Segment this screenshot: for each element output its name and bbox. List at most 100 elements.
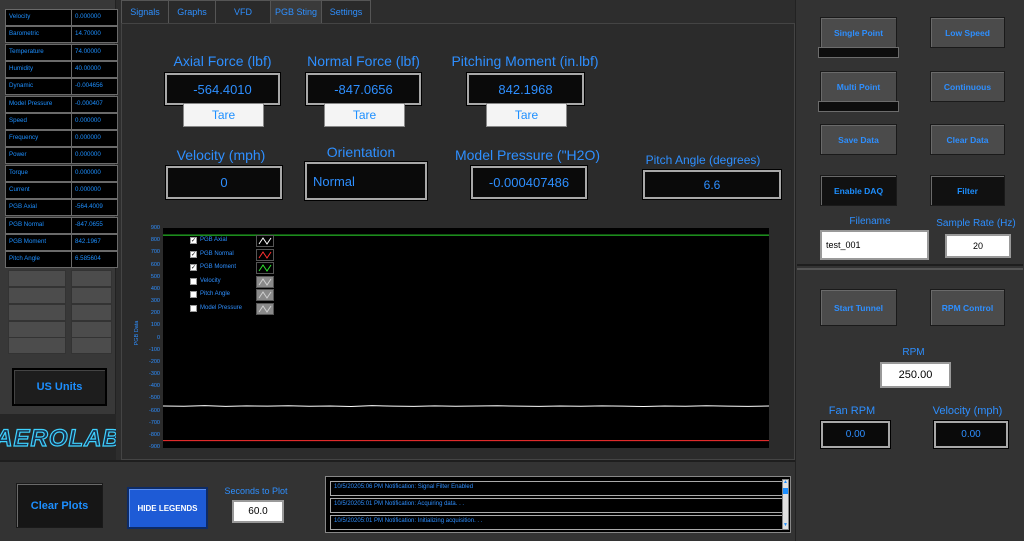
readout-value: 0.000000 [71, 147, 118, 165]
rpm-control-button[interactable]: RPM Control [930, 289, 1005, 326]
readout-value: 0.000000 [71, 164, 118, 182]
legend-swatch-icon[interactable] [256, 275, 274, 288]
empty-slot [8, 304, 66, 321]
y-tick-label: 900 [150, 225, 160, 231]
fan-rpm-label: Fan RPM [828, 405, 876, 417]
clear-data-button[interactable]: Clear Data [930, 124, 1005, 155]
enable-daq-button[interactable]: Enable DAQ [820, 175, 897, 206]
clear-plots-button[interactable]: Clear Plots [16, 483, 103, 528]
readout-value: -847.0655 [71, 216, 118, 234]
readout-name: Humidity [5, 60, 73, 78]
tab-settings[interactable]: Settings [321, 0, 371, 23]
readout-value: -0.004656 [71, 78, 118, 96]
model-pressure-label: Model Pressure ("H2O) [454, 147, 600, 163]
legend-checkbox[interactable]: ✓ [190, 264, 197, 271]
empty-slot [71, 321, 112, 338]
scroll-thumb[interactable] [783, 488, 788, 494]
panel-divider [797, 268, 1023, 270]
empty-slot [71, 337, 112, 354]
tunnel-velocity-label: Velocity (mph) [932, 405, 1003, 417]
legend-checkbox[interactable]: ✓ [190, 250, 197, 258]
scroll-up-icon[interactable]: ▲ [783, 480, 788, 485]
scroll-down-icon[interactable]: ▼ [783, 523, 788, 528]
aerolab-logo: AEROLAB [0, 414, 120, 460]
seconds-to-plot-label: Seconds to Plot [224, 486, 288, 496]
readout-name: Current [5, 182, 73, 199]
legend-label: PGB Moment [200, 264, 237, 270]
empty-slot [8, 270, 66, 287]
readout-value: 6.585604 [71, 251, 118, 269]
y-tick-label: -500 [148, 395, 160, 402]
fan-rpm-value: 0.00 [820, 420, 891, 449]
readout-value: -0.000407 [71, 95, 118, 113]
readout-value: 0.000000 [71, 112, 118, 130]
notification-log[interactable]: 10/5/20205:06 PM Notification: Signal Fi… [325, 476, 791, 533]
y-tick-label: 100 [150, 322, 160, 329]
legend-label: PGB Axial [200, 237, 228, 243]
legend-swatch-icon[interactable] [256, 248, 274, 261]
pitch-angle-value: 6.6 [642, 169, 782, 200]
log-line: 10/5/20205:01 PM Notification: Initializ… [330, 515, 785, 530]
legend-checkbox[interactable]: ✓ [190, 237, 197, 244]
y-tick-label: -400 [148, 383, 160, 390]
sample-rate-input[interactable]: 20 [945, 234, 1011, 258]
pitching-moment-label: Pitching Moment (in.lbf) [451, 53, 599, 69]
tare-axial-button[interactable]: Tare [183, 103, 264, 127]
legend-swatch-icon[interactable] [256, 262, 274, 274]
y-tick-label: 600 [150, 261, 160, 268]
empty-slot [71, 304, 112, 321]
legend-checkbox[interactable] [190, 277, 197, 285]
start-tunnel-button[interactable]: Start Tunnel [820, 289, 897, 326]
continuous-button[interactable]: Continuous [930, 71, 1005, 102]
readout-name: PGB Moment [5, 233, 73, 251]
readout-value: 0.000000 [71, 182, 118, 199]
legend-checkbox[interactable] [190, 304, 197, 312]
tare-normal-button[interactable]: Tare [324, 103, 405, 127]
readout-name: Power [5, 147, 73, 165]
legend-label: PGB Normal [200, 250, 234, 257]
us-units-button[interactable]: US Units [12, 368, 107, 406]
seconds-to-plot-input[interactable]: 60.0 [232, 500, 284, 523]
orientation-value: Normal [304, 161, 428, 201]
readout-value: 0.000000 [71, 130, 118, 148]
pgb-chart [163, 234, 769, 442]
filename-input[interactable]: test_001 [820, 230, 929, 260]
filter-button[interactable]: Filter [930, 175, 1005, 206]
multi-point-button[interactable]: Multi Point [820, 71, 897, 102]
model-pressure-value: -0.000407486 [470, 165, 588, 200]
tare-moment-button[interactable]: Tare [486, 103, 567, 127]
tab-vfd[interactable]: VFD [215, 0, 271, 23]
legend-checkbox[interactable] [190, 291, 197, 298]
readout-name: Barometric [5, 26, 73, 44]
pitch-angle-label: Pitch Angle (degrees) [645, 153, 761, 167]
legend-swatch-icon[interactable] [256, 302, 274, 315]
rpm-input[interactable]: 250.00 [880, 362, 951, 388]
filename-label: Filename [849, 216, 891, 227]
bottom-divider [0, 460, 795, 462]
y-tick-label: 800 [150, 237, 160, 244]
y-tick-label: 500 [150, 273, 160, 280]
legend-swatch-icon[interactable] [256, 289, 274, 301]
readout-value: 40.00000 [71, 60, 118, 78]
log-scrollbar[interactable]: ▲ ▼ [782, 479, 789, 530]
low-speed-button[interactable]: Low Speed [930, 17, 1005, 48]
panel-divider [797, 264, 1023, 266]
readout-value: -564.4009 [71, 199, 118, 217]
single-point-button[interactable]: Single Point [820, 17, 897, 48]
tab-graphs[interactable]: Graphs [168, 0, 216, 23]
y-tick-label: -800 [148, 431, 160, 438]
logo-text: AEROLAB [0, 425, 116, 452]
readout-name: Frequency [5, 130, 73, 148]
save-data-button[interactable]: Save Data [820, 124, 897, 155]
y-tick-label: 300 [150, 298, 160, 304]
readout-name: PGB Normal [5, 216, 73, 234]
velocity-label: Velocity (mph) [176, 147, 266, 163]
legend-swatch-icon[interactable] [256, 235, 274, 247]
readout-name: Torque [5, 164, 73, 182]
hide-legends-button[interactable]: HIDE LEGENDS [127, 487, 208, 529]
normal-force-label: Normal Force (lbf) [307, 53, 420, 69]
y-tick-label: 0 [156, 334, 160, 341]
readout-value: 0.000000 [71, 9, 118, 26]
tab-signals[interactable]: Signals [121, 0, 169, 23]
tab-pgb-sting[interactable]: PGB Sting [270, 0, 322, 25]
